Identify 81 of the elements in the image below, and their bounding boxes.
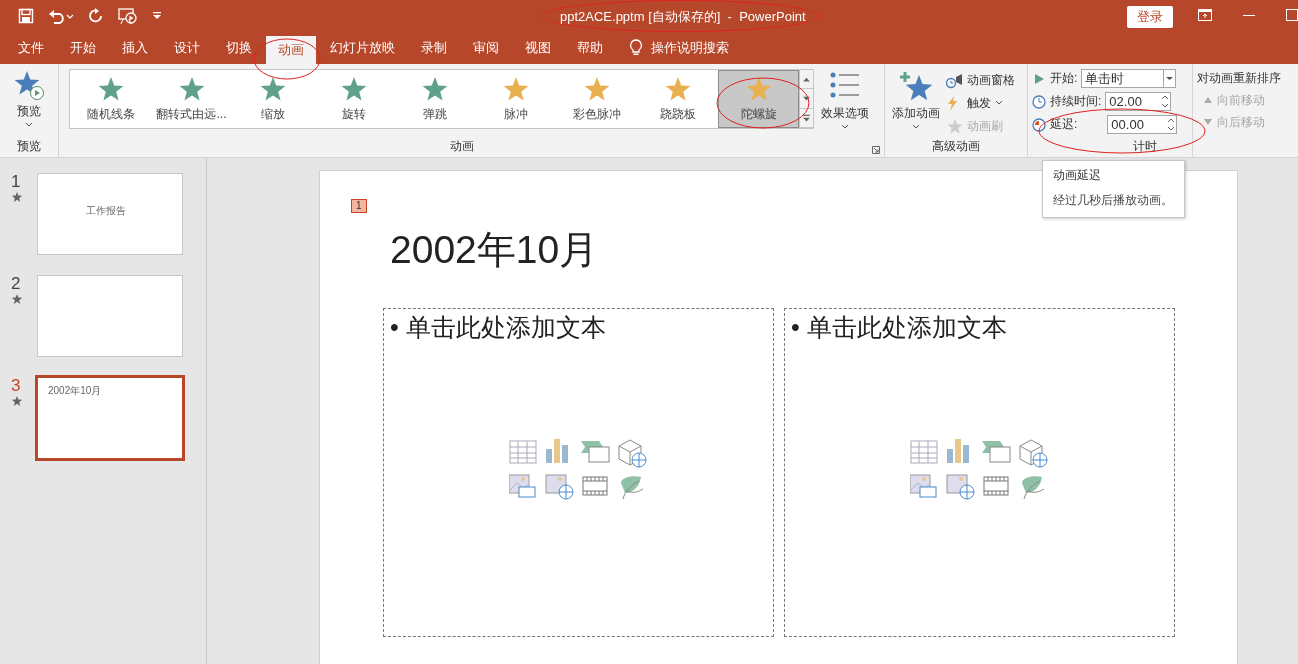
animation-pane-icon <box>945 71 963 89</box>
down-triangle-icon <box>1203 117 1213 127</box>
ribbon-command[interactable]: 触发 <box>945 92 1015 114</box>
play-icon <box>1032 71 1046 86</box>
ribbon-command[interactable]: 动画窗格 <box>945 69 1015 91</box>
slide-number: 3 <box>11 377 21 395</box>
slide-thumbnail[interactable]: 2002年10月 <box>35 375 185 461</box>
animation-effect[interactable]: 旋转 <box>313 70 394 128</box>
ribbon-tab[interactable]: 幻灯片放映 <box>318 32 407 64</box>
lightbulb-icon <box>629 39 643 57</box>
animation-effect[interactable]: 陀螺旋 <box>718 70 799 128</box>
save-icon[interactable] <box>18 8 34 24</box>
thumbnail-text: 2002年10月 <box>48 384 102 398</box>
undo-icon[interactable] <box>48 8 74 24</box>
animation-effect[interactable]: 随机线条 <box>70 70 151 128</box>
preview-button[interactable]: 预览 <box>11 69 47 130</box>
ribbon-tab[interactable]: 视图 <box>513 32 563 64</box>
slide-thumbnail[interactable]: 工作报告 <box>37 173 183 255</box>
caret-icon <box>25 122 33 128</box>
section-heading: 对动画重新排序 <box>1197 69 1281 87</box>
insert-content-icons-drawing[interactable] <box>910 439 1050 501</box>
delay-field[interactable]: 00.00 <box>1107 115 1178 134</box>
annotation-ellipse <box>253 38 321 80</box>
spinner-icon <box>1160 93 1171 110</box>
thumbnail-text: 工作报告 <box>86 204 126 218</box>
spinner-icon <box>1166 116 1177 133</box>
animation-order-tag: 1 <box>351 199 367 213</box>
add-animation-button[interactable]: 添加动画 <box>889 69 943 132</box>
slide-number: 1 <box>11 173 21 191</box>
slide-thumbnail[interactable] <box>37 275 183 357</box>
dialog-launcher-icon[interactable] <box>872 146 880 154</box>
ribbon-tab[interactable]: 审阅 <box>461 32 511 64</box>
animation-effect[interactable]: 缩放 <box>232 70 313 128</box>
group-label: 动画 <box>448 138 475 155</box>
caret-icon <box>841 124 849 130</box>
animation-effect[interactable]: 弹跳 <box>394 70 475 128</box>
placeholder-text: • 单击此处添加文本 <box>790 312 1008 343</box>
caret-icon <box>995 100 1003 106</box>
ribbon-tab[interactable]: 插入 <box>110 32 160 64</box>
ribbon-tab[interactable]: 文件 <box>6 32 56 64</box>
star-brush-icon <box>945 117 963 135</box>
animation-effect[interactable]: 跷跷板 <box>637 70 718 128</box>
animation-effect[interactable]: 翻转式由远... <box>151 70 232 128</box>
up-triangle-icon <box>1203 95 1213 105</box>
maximize-icon[interactable] <box>1286 9 1298 21</box>
insert-content-icons-drawing[interactable] <box>509 439 649 501</box>
group-label: 计时 <box>1132 138 1158 155</box>
animation-effect[interactable]: 彩色脉冲 <box>556 70 637 128</box>
ribbon-tab[interactable]: 录制 <box>409 32 459 64</box>
slide-title: 2002年10月 <box>390 227 599 273</box>
ribbon-tab[interactable]: 设计 <box>162 32 212 64</box>
customize-menu-icon[interactable] <box>152 11 162 21</box>
field-label: 延迟: <box>1050 116 1078 133</box>
animation-effect[interactable]: 脉冲 <box>475 70 556 128</box>
clock-icon <box>1032 94 1046 109</box>
slideshow-icon[interactable] <box>118 7 138 25</box>
group-label: 预览 <box>16 138 42 155</box>
ribbon-display-icon[interactable] <box>1198 9 1212 21</box>
start-dropdown[interactable]: 单击时 <box>1081 69 1177 88</box>
ribbon-tab[interactable]: 切换 <box>214 32 264 64</box>
group-label: 高级动画 <box>931 138 981 155</box>
ribbon-tab[interactable]: 开始 <box>58 32 108 64</box>
star-play-icon <box>14 71 44 101</box>
effect-options-button[interactable]: 效果选项 <box>818 69 872 132</box>
clock-icon <box>1032 117 1046 132</box>
tooltip-text: 经过几秒后播放动画。 <box>1053 192 1174 209</box>
tooltip-title: 动画延迟 <box>1053 167 1102 184</box>
redo-icon[interactable] <box>88 8 104 24</box>
duration-field[interactable]: 02.00 <box>1105 92 1172 111</box>
field-label: 持续时间: <box>1050 93 1102 110</box>
caret-icon <box>912 124 920 130</box>
content-placeholder[interactable]: • 单击此处添加文本 <box>383 308 774 637</box>
add-star-icon <box>899 71 933 103</box>
field-label: 开始: <box>1050 70 1078 87</box>
ribbon-tab[interactable]: 动画 <box>266 36 316 64</box>
tell-me-field[interactable]: 操作说明搜索 <box>629 32 729 64</box>
ribbon-tab[interactable]: 帮助 <box>565 32 615 64</box>
content-placeholder[interactable]: • 单击此处添加文本 <box>784 308 1175 637</box>
login-button[interactable]: 登录 <box>1127 6 1173 28</box>
placeholder-text: • 单击此处添加文本 <box>389 312 607 343</box>
slide-number: 2 <box>11 275 21 293</box>
